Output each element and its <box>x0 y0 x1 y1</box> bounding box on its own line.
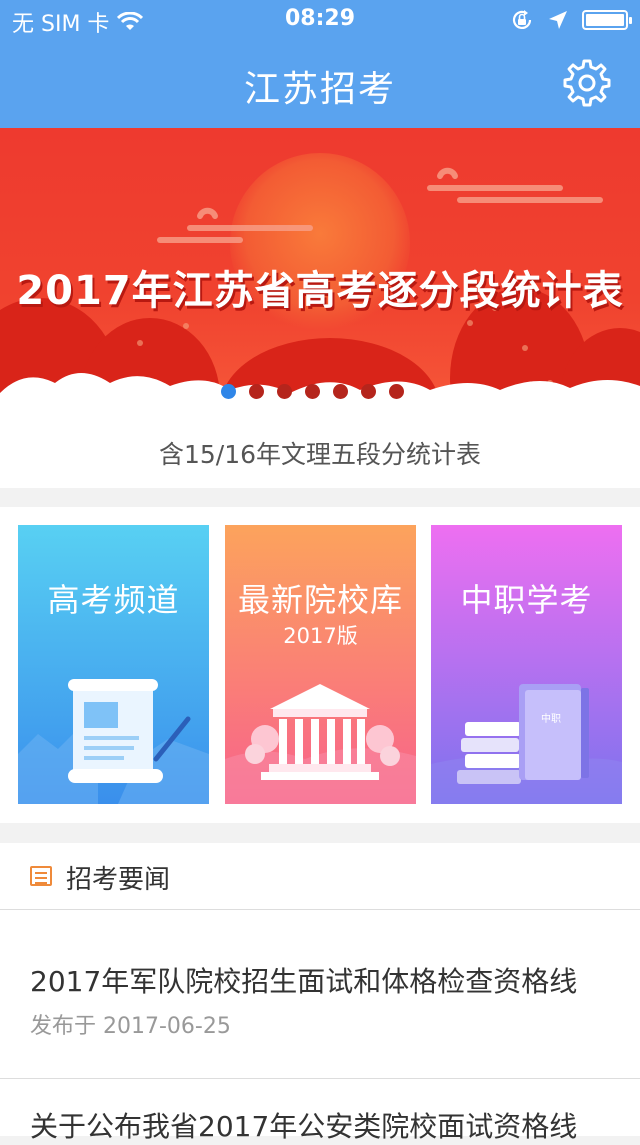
carousel-dot-2[interactable] <box>248 384 264 399</box>
university-building-icon <box>225 684 416 804</box>
carousel-dots[interactable] <box>0 384 632 399</box>
news-section-header: 招考要闻 <box>0 843 640 910</box>
news-item[interactable]: 关于公布我省2017年公安类院校面试资格线 <box>0 1079 640 1143</box>
tile-gaokao-channel[interactable]: 高考频道 <box>18 525 209 804</box>
carousel-dot-1[interactable] <box>220 384 236 399</box>
tile-subtitle: 2017版 <box>283 624 358 648</box>
tile-title: 最新院校库 <box>237 581 403 619</box>
books-icon: 中职 <box>431 684 622 804</box>
status-bar: 无 SIM 卡 08:29 <box>0 0 640 40</box>
gear-icon[interactable] <box>562 58 612 108</box>
news-item[interactable]: 2017年军队院校招生面试和体格检查资格线 发布于 2017-06-25 <box>0 910 640 1079</box>
carousel-dot-6[interactable] <box>360 384 376 399</box>
promo-banner[interactable]: 2017年江苏省高考逐分段统计表 <box>0 128 640 418</box>
banner-caption: 含15/16年文理五段分统计表 <box>0 418 640 488</box>
page-title: 江苏招考 <box>243 69 396 110</box>
tile-vocational-exam[interactable]: 中职学考 中职 <box>431 525 622 804</box>
newspaper-icon <box>30 866 52 886</box>
status-right <box>510 8 632 32</box>
news-item-title: 关于公布我省2017年公安类院校面试资格线 <box>30 1110 578 1143</box>
news-item-date: 发布于 2017-06-25 <box>30 1014 231 1039</box>
document-scroll-icon <box>18 679 209 804</box>
rotation-lock-icon <box>512 10 532 29</box>
news-item-title: 2017年军队院校招生面试和体格检查资格线 <box>30 965 578 998</box>
top-bar: 无 SIM 卡 08:29 江苏招考 <box>0 0 640 128</box>
tile-title: 高考频道 <box>47 581 180 619</box>
location-arrow-icon <box>549 11 567 29</box>
tile-title: 中职学考 <box>460 581 593 619</box>
carousel-dot-7[interactable] <box>388 384 404 399</box>
carousel-dot-4[interactable] <box>304 384 320 399</box>
banner-title: 2017年江苏省高考逐分段统计表 <box>16 268 624 314</box>
tile-college-database[interactable]: 最新院校库 2017版 <box>225 525 416 804</box>
book-label: 中职 <box>541 712 561 725</box>
news-section-title: 招考要闻 <box>66 865 171 895</box>
carousel-dot-3[interactable] <box>276 384 292 399</box>
carousel-dot-5[interactable] <box>332 384 348 399</box>
battery-icon <box>582 10 632 30</box>
